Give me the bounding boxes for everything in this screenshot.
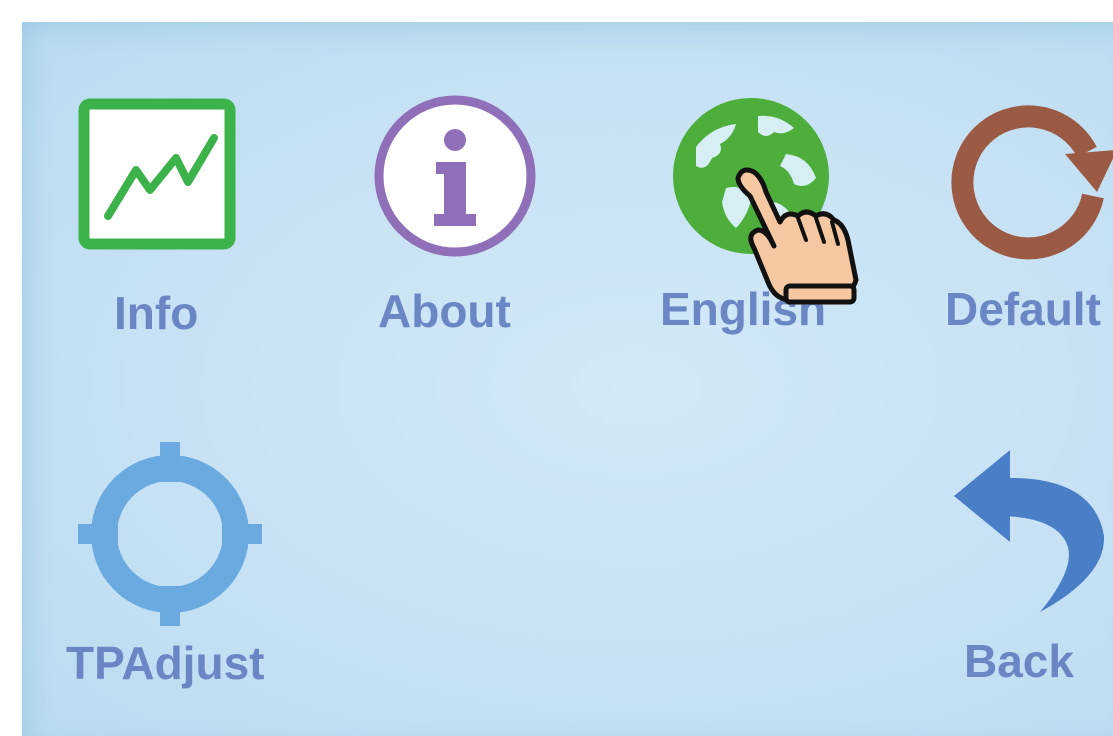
info-button[interactable]: Info bbox=[70, 90, 250, 340]
default-button[interactable]: Default bbox=[935, 90, 1113, 340]
chart-line-icon bbox=[78, 98, 238, 258]
english-button[interactable]: English bbox=[650, 90, 860, 340]
info-icon bbox=[370, 92, 540, 262]
globe-icon bbox=[666, 92, 836, 262]
back-arrow-icon bbox=[954, 446, 1113, 616]
info-label: Info bbox=[114, 287, 199, 339]
english-label: English bbox=[660, 283, 827, 335]
about-label: About bbox=[378, 285, 511, 337]
default-label: Default bbox=[945, 283, 1101, 335]
crosshair-icon bbox=[76, 440, 266, 630]
tpadjust-label: TPAdjust bbox=[66, 637, 265, 689]
back-button[interactable]: Back bbox=[940, 440, 1113, 690]
back-label: Back bbox=[964, 635, 1074, 687]
refresh-icon bbox=[947, 92, 1113, 262]
device-frame: Info About English Default TPAdjust Back bbox=[0, 0, 1113, 736]
tpadjust-button[interactable]: TPAdjust bbox=[62, 436, 292, 696]
about-button[interactable]: About bbox=[360, 90, 550, 340]
